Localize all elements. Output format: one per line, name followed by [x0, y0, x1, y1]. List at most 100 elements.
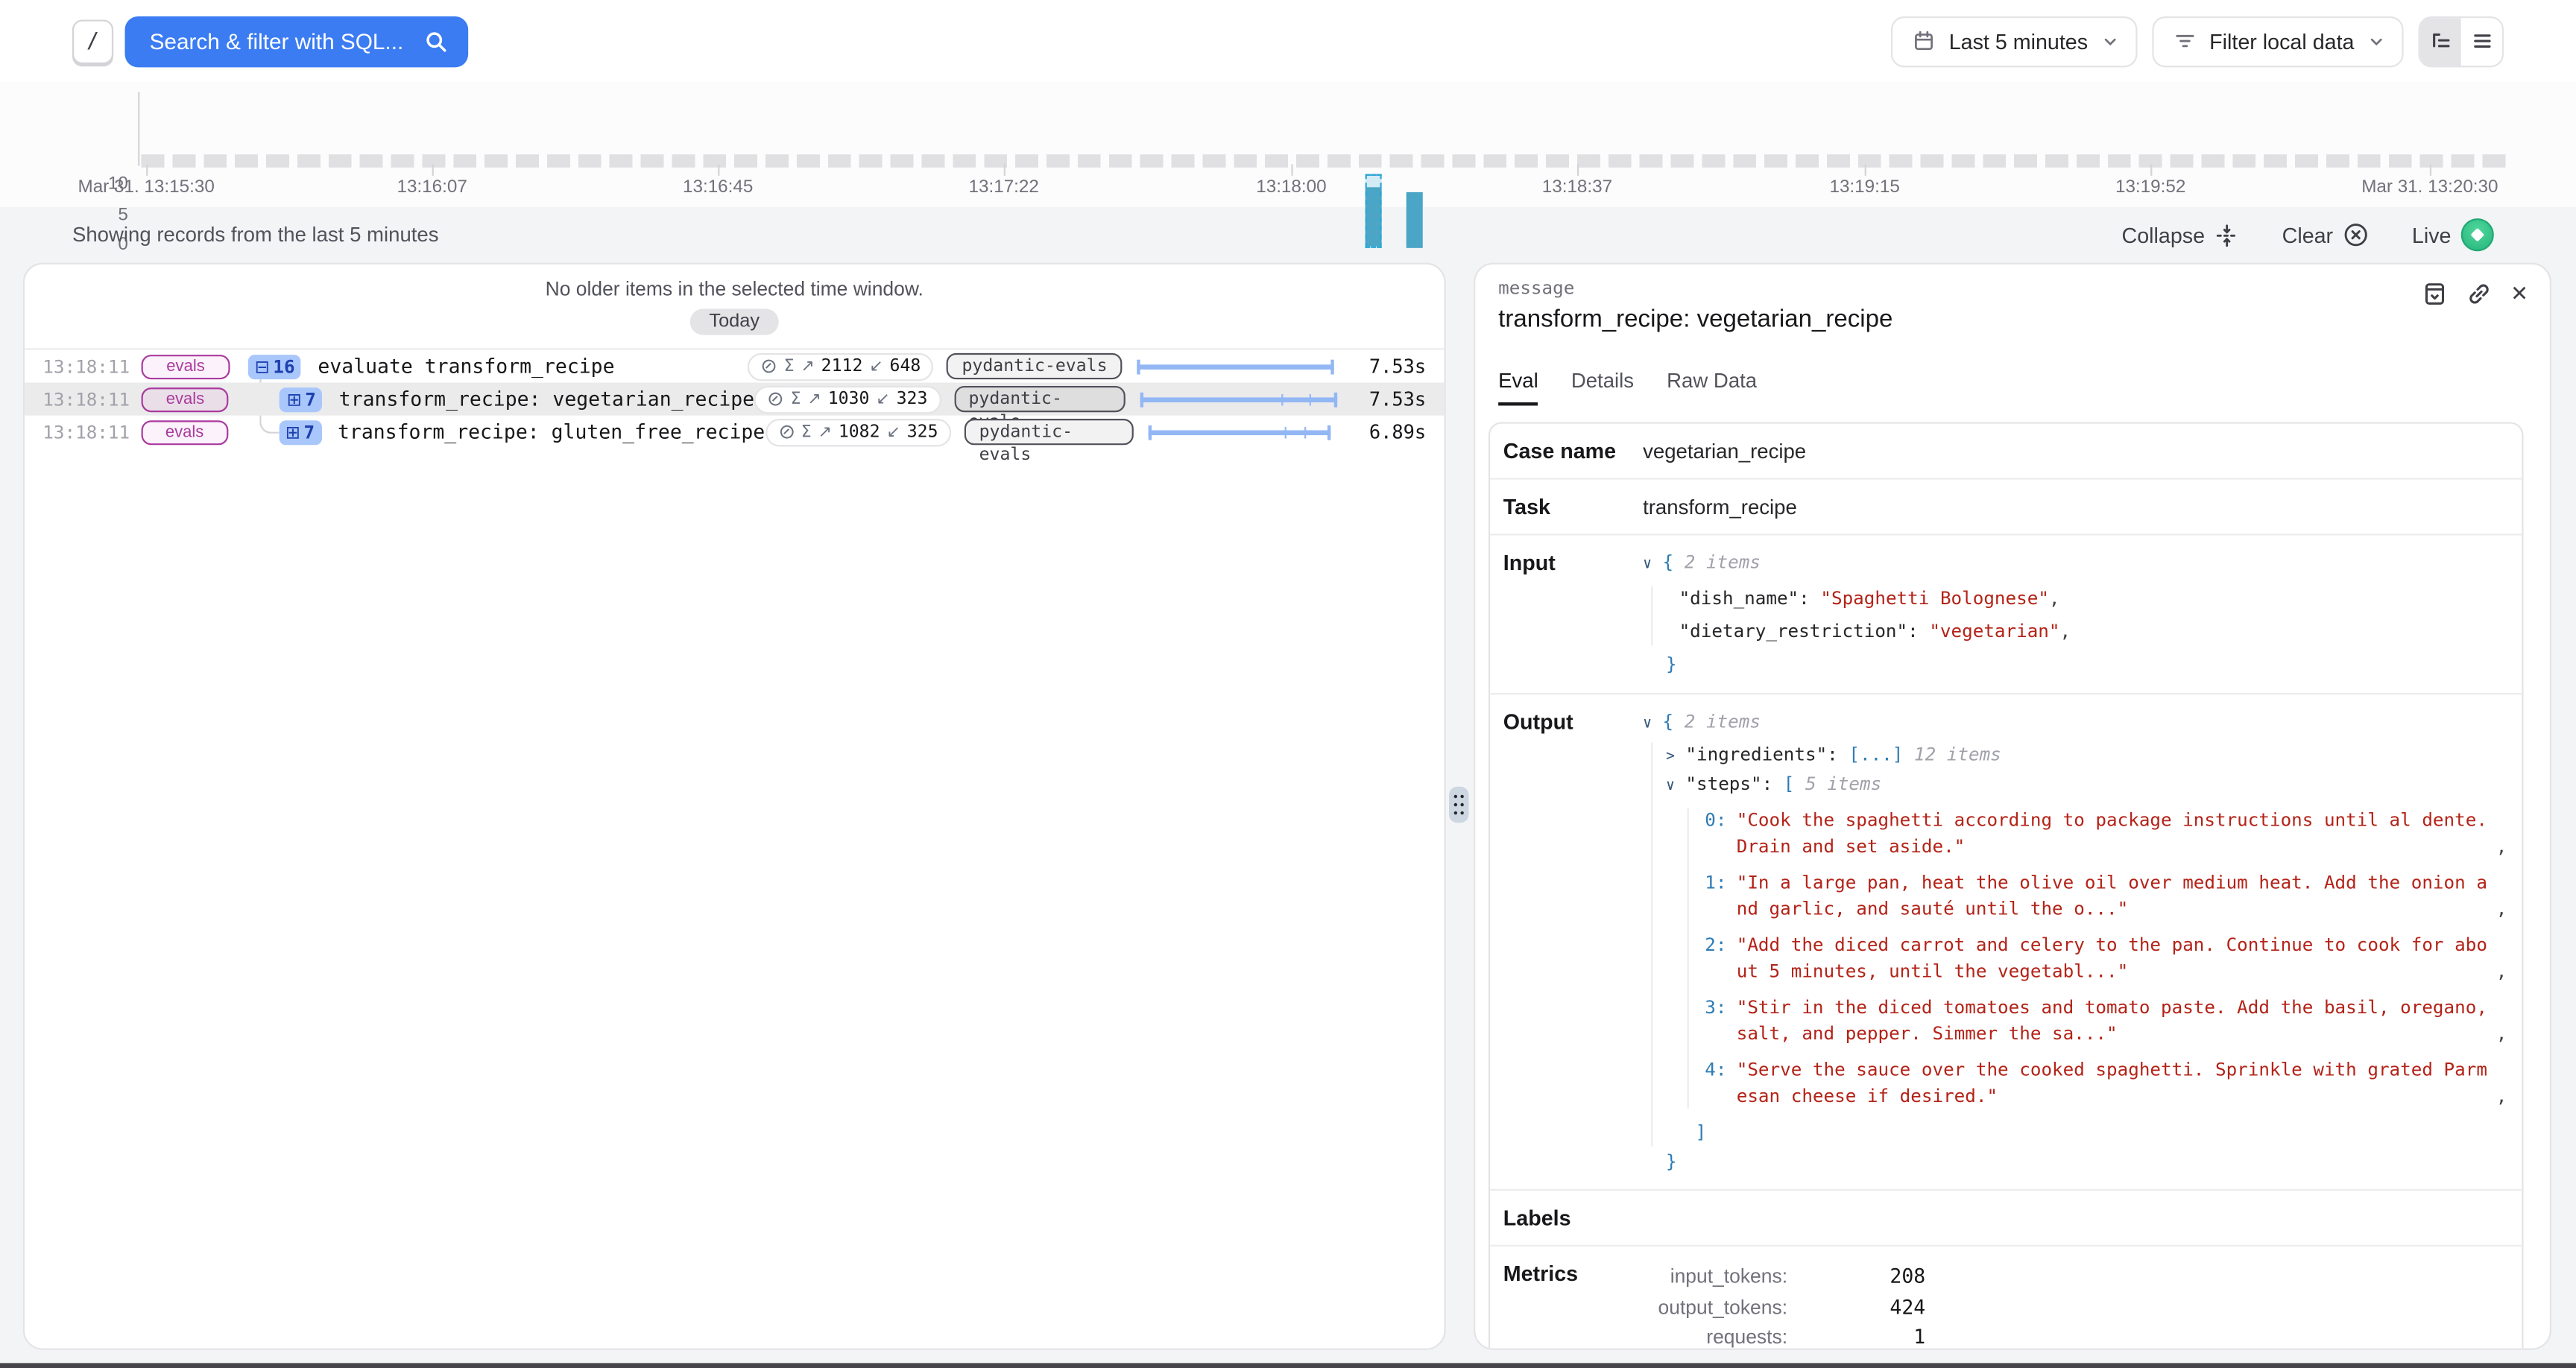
tokens-coin-icon	[778, 424, 795, 440]
trace-time: 13:18:11	[42, 421, 118, 443]
input-row: Input ∨{ 2 items "dish_name": "Spaghetti…	[1490, 536, 2522, 694]
project-pill[interactable]: pydantic-evals	[965, 419, 1134, 445]
json-comma: ,	[2496, 896, 2507, 921]
trace-time: 13:18:11	[42, 355, 118, 377]
x-axis-label: 13:16:45	[683, 177, 753, 197]
arrow-down-left-icon: ↙	[886, 423, 900, 441]
trace-tag-badge: evals	[142, 354, 230, 379]
metric-item: output_tokens:424	[1643, 1292, 1925, 1323]
x-axis-tick-mark	[1865, 164, 1866, 175]
list-view-button[interactable]	[2461, 17, 2502, 65]
project-pill[interactable]: pydantic-evals	[954, 386, 1125, 412]
expand-children-badge[interactable]: ⊞7	[279, 419, 321, 444]
json-value: "Spaghetti Bolognese"	[1820, 588, 2049, 609]
clear-button[interactable]: Clear	[2282, 222, 2370, 248]
input-json-body: "dish_name": "Spaghetti Bolognese", "die…	[1651, 586, 2509, 645]
toolbar-actions: Collapse Clear Live	[2122, 218, 2494, 251]
step-item: 0:"Cook the spaghetti according to packa…	[1697, 808, 2510, 858]
today-pill[interactable]: Today	[689, 308, 780, 335]
arrow-down-left-icon: ↙	[876, 390, 889, 408]
x-axis-label: 13:16:07	[397, 177, 467, 197]
duration-bar	[1149, 425, 1331, 440]
step-text-line: nd garlic, and sauté until the o..."	[1737, 896, 2487, 921]
step-text-line: "Serve the sauce over the cooked spaghet…	[1737, 1057, 2487, 1083]
step-text-line: ut 5 minutes, until the vegetabl..."	[1737, 958, 2487, 984]
filter-label: Filter local data	[2209, 29, 2354, 54]
close-brace: }	[1643, 652, 2509, 677]
trace-list-panel: No older items in the selected time wind…	[23, 263, 1446, 1350]
trace-tree-cell: ⊞7	[246, 419, 321, 444]
open-bracket: [	[1784, 773, 1795, 794]
chevron-right-icon[interactable]: >	[1666, 746, 1681, 771]
tab-details[interactable]: Details	[1571, 370, 1634, 405]
children-count: 7	[304, 421, 315, 443]
step-item: 4:"Serve the sauce over the cooked spagh…	[1697, 1057, 2510, 1108]
collapse-icon	[2214, 223, 2239, 247]
trace-row[interactable]: 13:18:11 evals ⊞7 transform_recipe: glut…	[25, 416, 1444, 449]
x-axis-tick-mark	[1291, 164, 1292, 175]
search-button[interactable]: Search & filter with SQL...	[125, 16, 469, 66]
archive-icon[interactable]	[2422, 281, 2448, 307]
tree-view-icon	[2429, 30, 2452, 53]
chevron-down-icon[interactable]: ∨	[1643, 712, 1658, 737]
json-comma: ,	[2496, 1083, 2507, 1109]
panel-resize-handle[interactable]	[1449, 787, 1468, 823]
app-window: / Search & filter with SQL... Last 5 min…	[0, 0, 2576, 1368]
trace-tree-cell: ⊟16	[248, 354, 302, 379]
trace-row-selected[interactable]: 13:18:11 evals ⊞7 transform_recipe: vege…	[25, 383, 1444, 416]
time-range-label: Last 5 minutes	[1949, 29, 2088, 54]
metric-item: input_tokens:208	[1643, 1261, 1925, 1292]
chevron-down-icon[interactable]: ∨	[1666, 774, 1681, 799]
x-axis-tick-mark	[1577, 164, 1579, 175]
tree-view-button[interactable]	[2420, 17, 2461, 65]
tab-eval[interactable]: Eval	[1498, 370, 1538, 405]
plus-box-icon: ⊞	[287, 388, 302, 410]
trace-duration: 6.89s	[1338, 420, 1427, 443]
collapse-button[interactable]: Collapse	[2122, 223, 2240, 247]
filter-local-data-dropdown[interactable]: Filter local data	[2152, 16, 2404, 66]
x-axis-label: Mar 31. 13:20:30	[2361, 177, 2498, 197]
expand-children-badge[interactable]: ⊞7	[280, 387, 323, 411]
trace-tag-badge: evals	[142, 419, 228, 444]
trace-row[interactable]: 13:18:11 evals ⊟16 evaluate transform_re…	[25, 349, 1444, 382]
today-pill-row: Today	[25, 308, 1444, 335]
collapse-children-badge[interactable]: ⊟16	[248, 354, 302, 379]
json-key: "dietary_restriction":	[1679, 621, 1919, 642]
x-axis-tick-mark	[146, 164, 148, 175]
metrics-label: Metrics	[1503, 1261, 1643, 1350]
json-key: "ingredients":	[1685, 744, 1837, 765]
copy-link-icon[interactable]	[2466, 281, 2493, 307]
y-axis-line	[138, 92, 139, 165]
records-toolbar: Showing records from the last 5 minutes …	[0, 207, 2576, 263]
record-kind: message	[1498, 277, 2527, 299]
input-json-viewer[interactable]: ∨{ 2 items "dish_name": "Spaghetti Bolog…	[1643, 550, 2509, 677]
task-label: Task	[1503, 494, 1643, 519]
collapsed-array[interactable]: [...]	[1849, 744, 1903, 765]
metric-key: requests:	[1643, 1322, 1787, 1349]
trace-row-right: Σ ↗2112 ↙648 pydantic-evals 7.53s	[748, 352, 1426, 380]
time-range-dropdown[interactable]: Last 5 minutes	[1892, 16, 2138, 66]
top-bar-right: Last 5 minutes Filter local data	[1892, 16, 2504, 66]
items-count: 2 items	[1685, 710, 1761, 732]
x-axis-tick-mark	[718, 164, 719, 175]
live-toggle[interactable]: Live	[2412, 218, 2494, 251]
sigma-icon: Σ	[801, 423, 812, 441]
tab-raw-data[interactable]: Raw Data	[1667, 370, 1757, 405]
x-axis-tick-mark	[2150, 164, 2152, 175]
steps-line: ∨"steps": [ 5 items	[1666, 771, 2510, 800]
trace-duration: 7.53s	[1336, 387, 1426, 411]
close-icon[interactable]: ✕	[2510, 281, 2528, 307]
records-histogram[interactable]: 10 5 0 Mar 31. 13:15:30 13:16:07 13:16:4…	[0, 82, 2576, 207]
step-index: 3:	[1697, 995, 1727, 1046]
output-json-body: >"ingredients": [...] 12 items ∨"steps":…	[1651, 742, 2510, 1145]
input-label: Input	[1503, 550, 1643, 677]
trace-label: transform_recipe: gluten_free_recipe	[338, 420, 765, 443]
chevron-down-icon[interactable]: ∨	[1643, 554, 1658, 579]
output-json-viewer[interactable]: ∨{ 2 items >"ingredients": [...] 12 item…	[1643, 709, 2510, 1174]
case-name-value: vegetarian_recipe	[1643, 438, 1806, 463]
project-pill[interactable]: pydantic-evals	[947, 353, 1123, 379]
arrow-up-right-icon: ↗	[807, 390, 821, 408]
detail-title: transform_recipe: vegetarian_recipe	[1498, 305, 2527, 333]
duration-bar	[1140, 392, 1336, 407]
x-axis-label: Mar 31. 13:15:30	[78, 177, 215, 197]
